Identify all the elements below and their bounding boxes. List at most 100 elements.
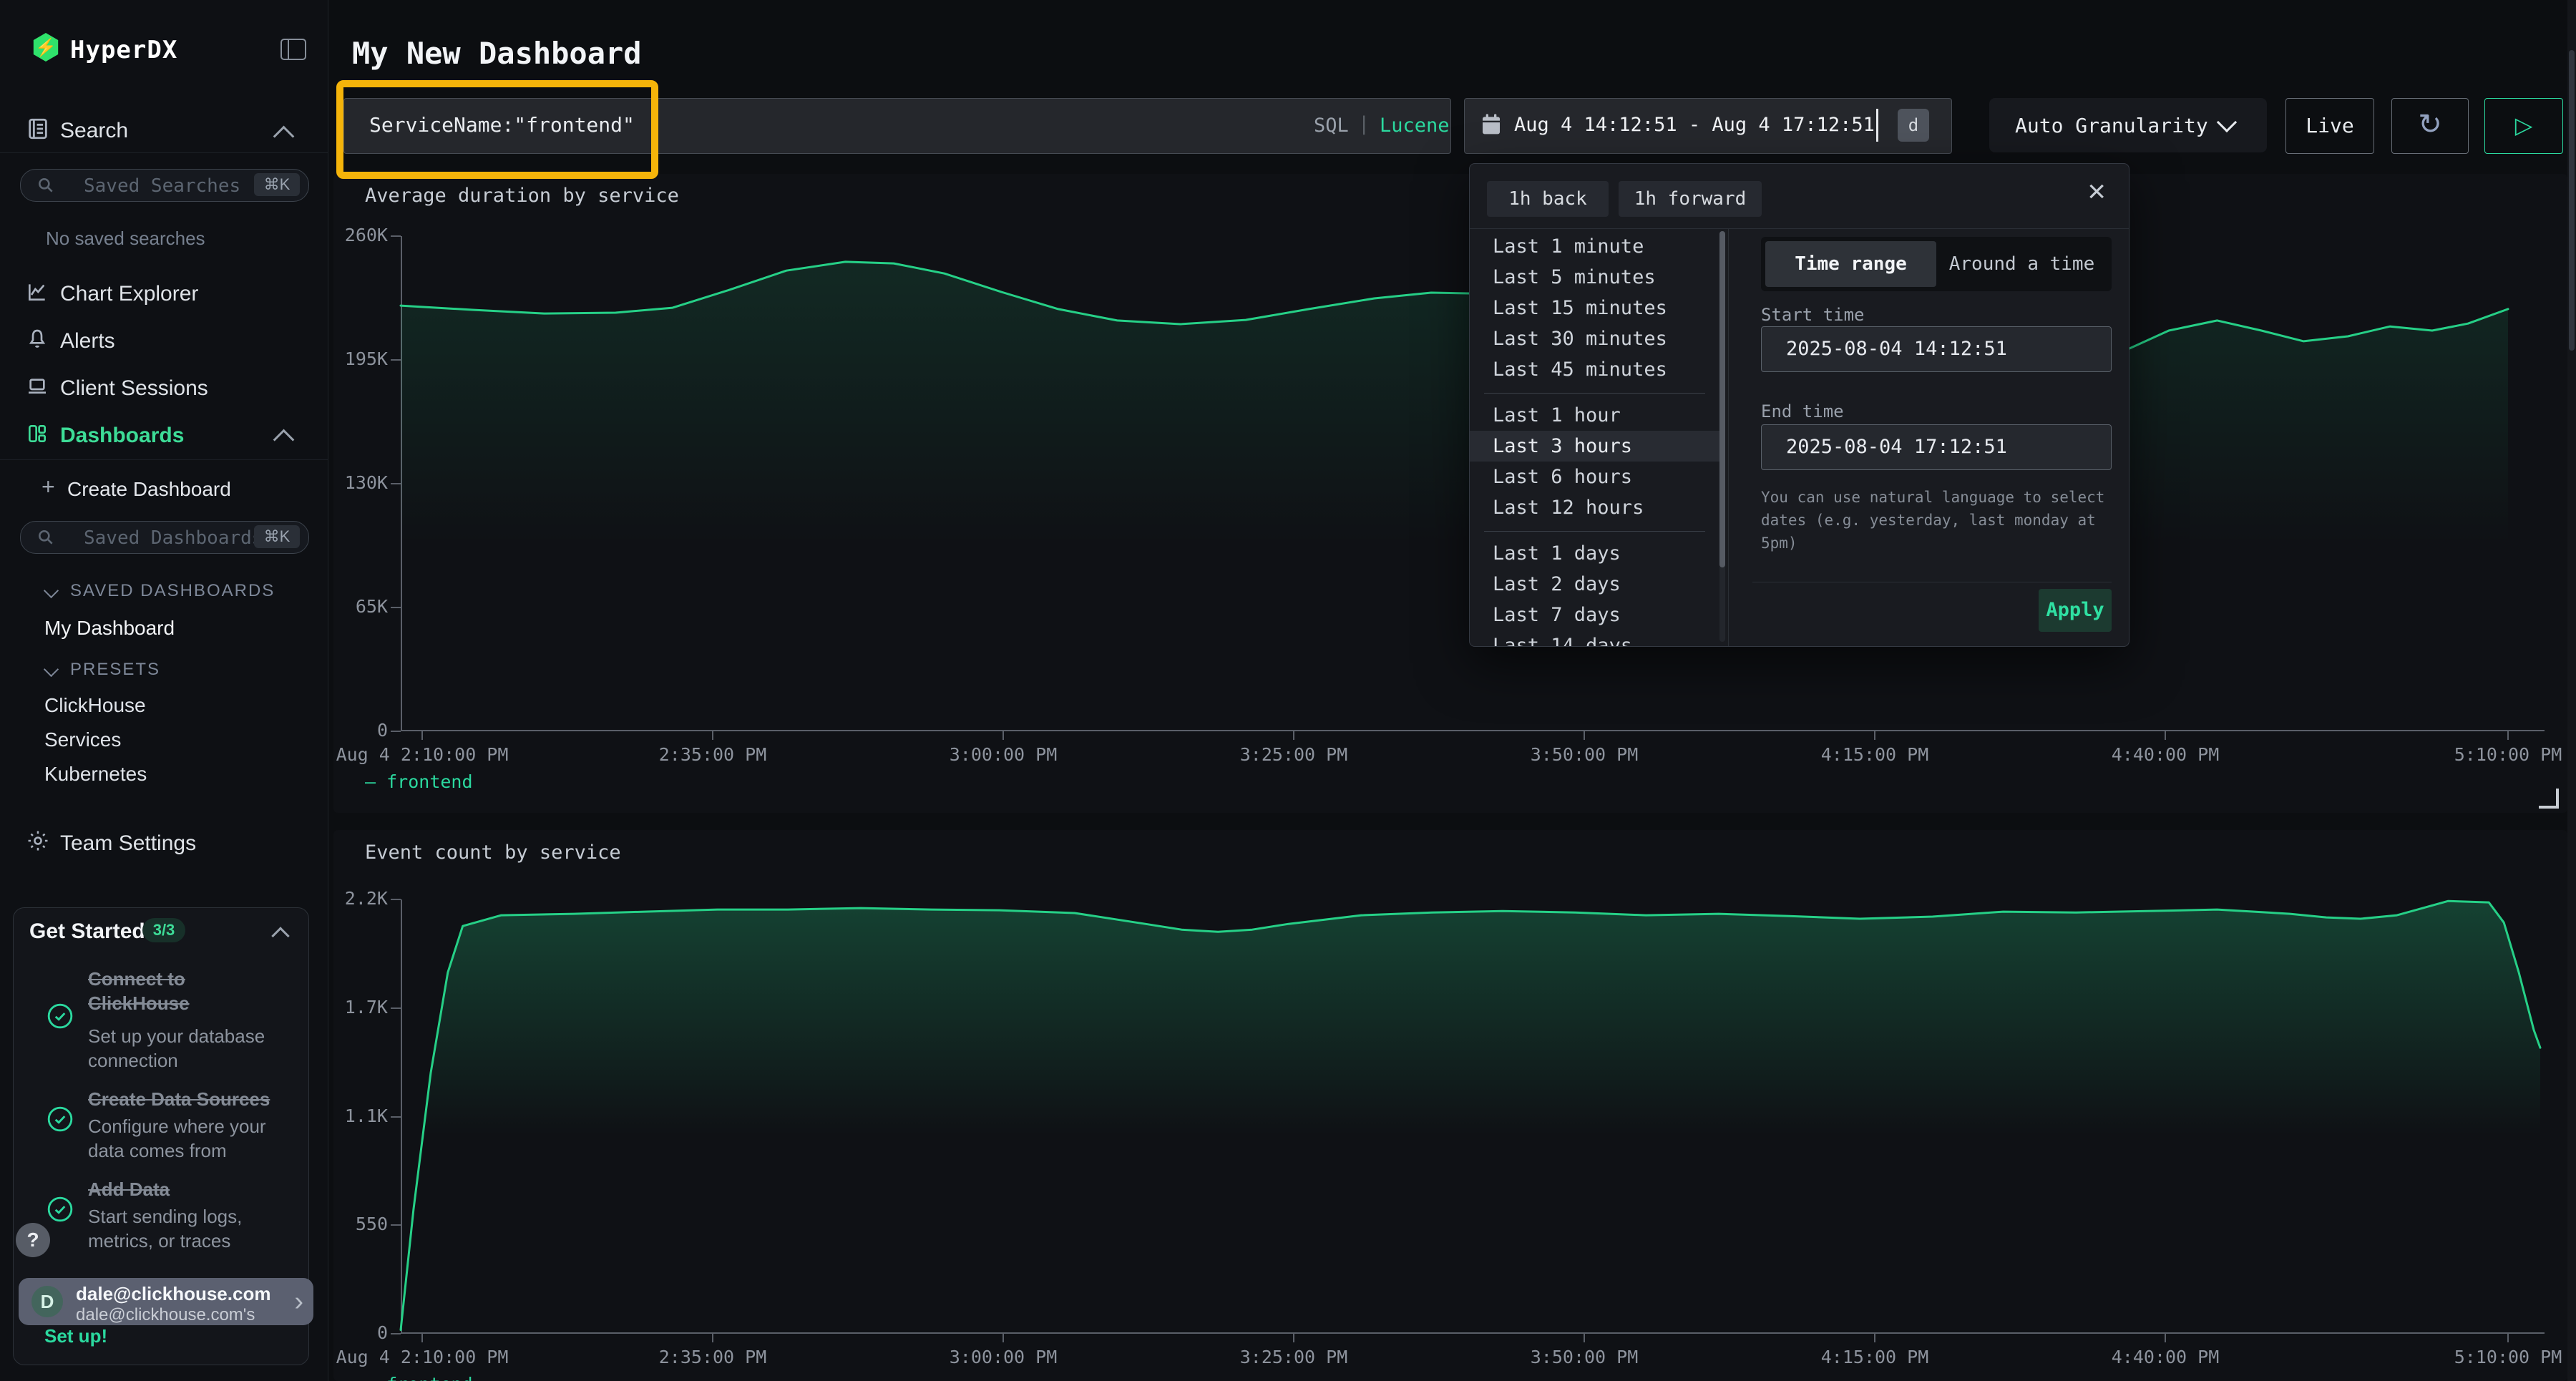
x-tick-label: 3:00:00 PM xyxy=(903,1347,1103,1367)
x-tick-mark xyxy=(421,1334,423,1342)
gs-item-desc: Configure where your data comes from xyxy=(88,1114,274,1163)
live-button[interactable]: Live xyxy=(2285,98,2374,154)
quick-range-option[interactable]: Last 2 days xyxy=(1470,569,1719,600)
section-saved-dashboards[interactable]: SAVED DASHBOARDS xyxy=(70,581,275,601)
y-tick-mark xyxy=(391,235,401,237)
apply-button[interactable]: Apply xyxy=(2039,589,2112,632)
y-tick-label: 0 xyxy=(303,1322,388,1343)
close-icon[interactable]: × xyxy=(2087,174,2106,210)
line-chart-frontend[interactable] xyxy=(401,899,2542,1334)
lucene-toggle[interactable]: Lucene xyxy=(1380,114,1450,137)
legend-item-frontend[interactable]: — frontend xyxy=(365,771,473,792)
gs-item-title[interactable]: Connect to ClickHouse xyxy=(88,967,267,1015)
cmd-k-shortcut: ⌘K xyxy=(254,525,300,548)
sidebar-item-dashboards[interactable]: Dashboards xyxy=(60,424,184,448)
sidebar-item-client-sessions[interactable]: Client Sessions xyxy=(60,376,208,401)
quick-range-list: Last 1 minuteLast 5 minutesLast 15 minut… xyxy=(1470,228,1719,646)
tab-around-a-time[interactable]: Around a time xyxy=(1936,241,2107,287)
tab-time-range[interactable]: Time range xyxy=(1765,241,1936,287)
sidebar-item-alerts[interactable]: Alerts xyxy=(60,329,115,353)
chevron-right-icon: › xyxy=(294,1287,303,1317)
gs-item-title[interactable]: Create Data Sources xyxy=(88,1087,331,1111)
y-tick-label: 1.7K xyxy=(303,997,388,1018)
x-tick-label: 4:15:00 PM xyxy=(1775,1347,1975,1367)
sidebar-item-my-dashboard[interactable]: My Dashboard xyxy=(44,617,175,640)
x-tick-label: 2:35:00 PM xyxy=(613,744,813,765)
quick-range-option[interactable]: Last 1 days xyxy=(1470,538,1719,569)
y-tick-mark xyxy=(391,899,401,900)
brand-title: HyperDX xyxy=(70,36,177,64)
shift-forward-button[interactable]: 1h forward xyxy=(1619,181,1762,217)
x-tick-mark xyxy=(712,1334,713,1342)
start-time-input[interactable]: 2025-08-04 14:12:51 xyxy=(1761,326,2112,372)
divider xyxy=(1484,393,1705,394)
sidebar-collapse-icon[interactable] xyxy=(280,39,306,60)
x-tick-mark xyxy=(1874,1334,1875,1342)
sql-toggle[interactable]: SQL xyxy=(1314,114,1349,137)
y-tick-mark xyxy=(391,607,401,608)
gs-item-title[interactable]: Add Data xyxy=(88,1177,267,1201)
quick-range-option[interactable]: Last 1 hour xyxy=(1470,400,1719,431)
shift-back-button[interactable]: 1h back xyxy=(1487,181,1609,217)
x-tick-mark xyxy=(2165,1334,2166,1342)
saved-searches-placeholder: Saved Searches xyxy=(84,175,240,197)
sidebar-item-chart-explorer[interactable]: Chart Explorer xyxy=(60,282,198,306)
quick-range-option[interactable]: Last 7 days xyxy=(1470,600,1719,630)
sidebar-item-kubernetes[interactable]: Kubernetes xyxy=(44,763,147,786)
chart-title: Average duration by service xyxy=(365,185,679,207)
get-started-chevron-up-icon[interactable] xyxy=(271,927,289,945)
natural-language-note: You can use natural language to select d… xyxy=(1761,486,2119,555)
text-cursor xyxy=(1876,109,1878,142)
x-tick-label: 5:10:00 PM xyxy=(2408,1347,2576,1367)
sidebar-item-search[interactable]: Search xyxy=(60,119,128,143)
quick-range-option[interactable]: Last 12 hours xyxy=(1470,492,1719,523)
quick-range-option[interactable]: Last 5 minutes xyxy=(1470,262,1719,293)
user-org: dale@clickhouse.com's xyxy=(76,1305,255,1325)
refresh-button[interactable]: ↻ xyxy=(2391,98,2469,154)
legend-item-frontend[interactable]: — frontend xyxy=(365,1374,473,1381)
page-title: My New Dashboard xyxy=(352,36,642,71)
quick-range-option[interactable]: Last 14 days xyxy=(1470,630,1719,646)
y-tick-mark xyxy=(391,359,401,361)
x-tick-label: Aug 4 2:10:00 PM xyxy=(322,1347,522,1367)
help-button[interactable]: ? xyxy=(16,1223,50,1257)
quick-range-option[interactable]: Last 1 minute xyxy=(1470,231,1719,262)
user-menu[interactable]: D dale@clickhouse.com dale@clickhouse.co… xyxy=(19,1278,313,1325)
quick-range-option[interactable]: Last 6 hours xyxy=(1470,462,1719,492)
create-dashboard-button[interactable]: Create Dashboard xyxy=(67,478,231,501)
quick-range-option[interactable]: Last 3 hours xyxy=(1470,431,1719,462)
quick-range-option[interactable]: Last 45 minutes xyxy=(1470,354,1719,385)
panel-resize-handle[interactable] xyxy=(2539,789,2559,809)
sidebar-item-clickhouse[interactable]: ClickHouse xyxy=(44,694,146,717)
x-tick-mark xyxy=(712,731,713,740)
divider xyxy=(1728,228,1729,646)
presets-section-chevron-icon[interactable] xyxy=(44,662,59,677)
dashboards-chevron-up-icon[interactable] xyxy=(273,429,295,451)
scrollbar-thumb[interactable] xyxy=(1719,231,1725,567)
page-scrollbar-thumb[interactable] xyxy=(2569,50,2575,351)
x-tick-label: 3:00:00 PM xyxy=(903,744,1103,765)
run-query-button[interactable]: ▷ xyxy=(2484,98,2563,154)
cmd-k-shortcut: ⌘K xyxy=(254,173,300,196)
setup-link-fragment[interactable]: Set up! xyxy=(44,1325,107,1347)
user-email: dale@clickhouse.com xyxy=(76,1283,270,1305)
granularity-select[interactable]: Auto Granularity xyxy=(1989,98,2267,152)
quick-range-option[interactable]: Last 30 minutes xyxy=(1470,323,1719,354)
check-circle-icon xyxy=(47,1196,74,1223)
end-time-input[interactable]: 2025-08-04 17:12:51 xyxy=(1761,424,2112,470)
check-circle-icon xyxy=(47,1002,74,1030)
saved-dashboards-section-chevron-icon[interactable] xyxy=(44,583,59,598)
sidebar-item-team-settings[interactable]: Team Settings xyxy=(60,831,196,856)
x-tick-label: 3:50:00 PM xyxy=(1484,744,1684,765)
saved-dashboards-input[interactable]: Saved Dashboards ⌘K xyxy=(20,521,309,554)
hyperdx-logo-icon: ⚡ xyxy=(31,33,60,62)
y-tick-label: 2.2K xyxy=(303,888,388,909)
sidebar-item-services[interactable]: Services xyxy=(44,728,121,751)
get-started-progress-badge: 3/3 xyxy=(142,918,185,942)
section-presets[interactable]: PRESETS xyxy=(70,660,160,680)
start-time-label: Start time xyxy=(1761,305,1865,325)
y-tick-mark xyxy=(391,1116,401,1118)
quick-range-option[interactable]: Last 15 minutes xyxy=(1470,293,1719,323)
saved-searches-input[interactable]: Saved Searches ⌘K xyxy=(20,169,309,202)
search-section-chevron-up-icon[interactable] xyxy=(273,126,295,147)
